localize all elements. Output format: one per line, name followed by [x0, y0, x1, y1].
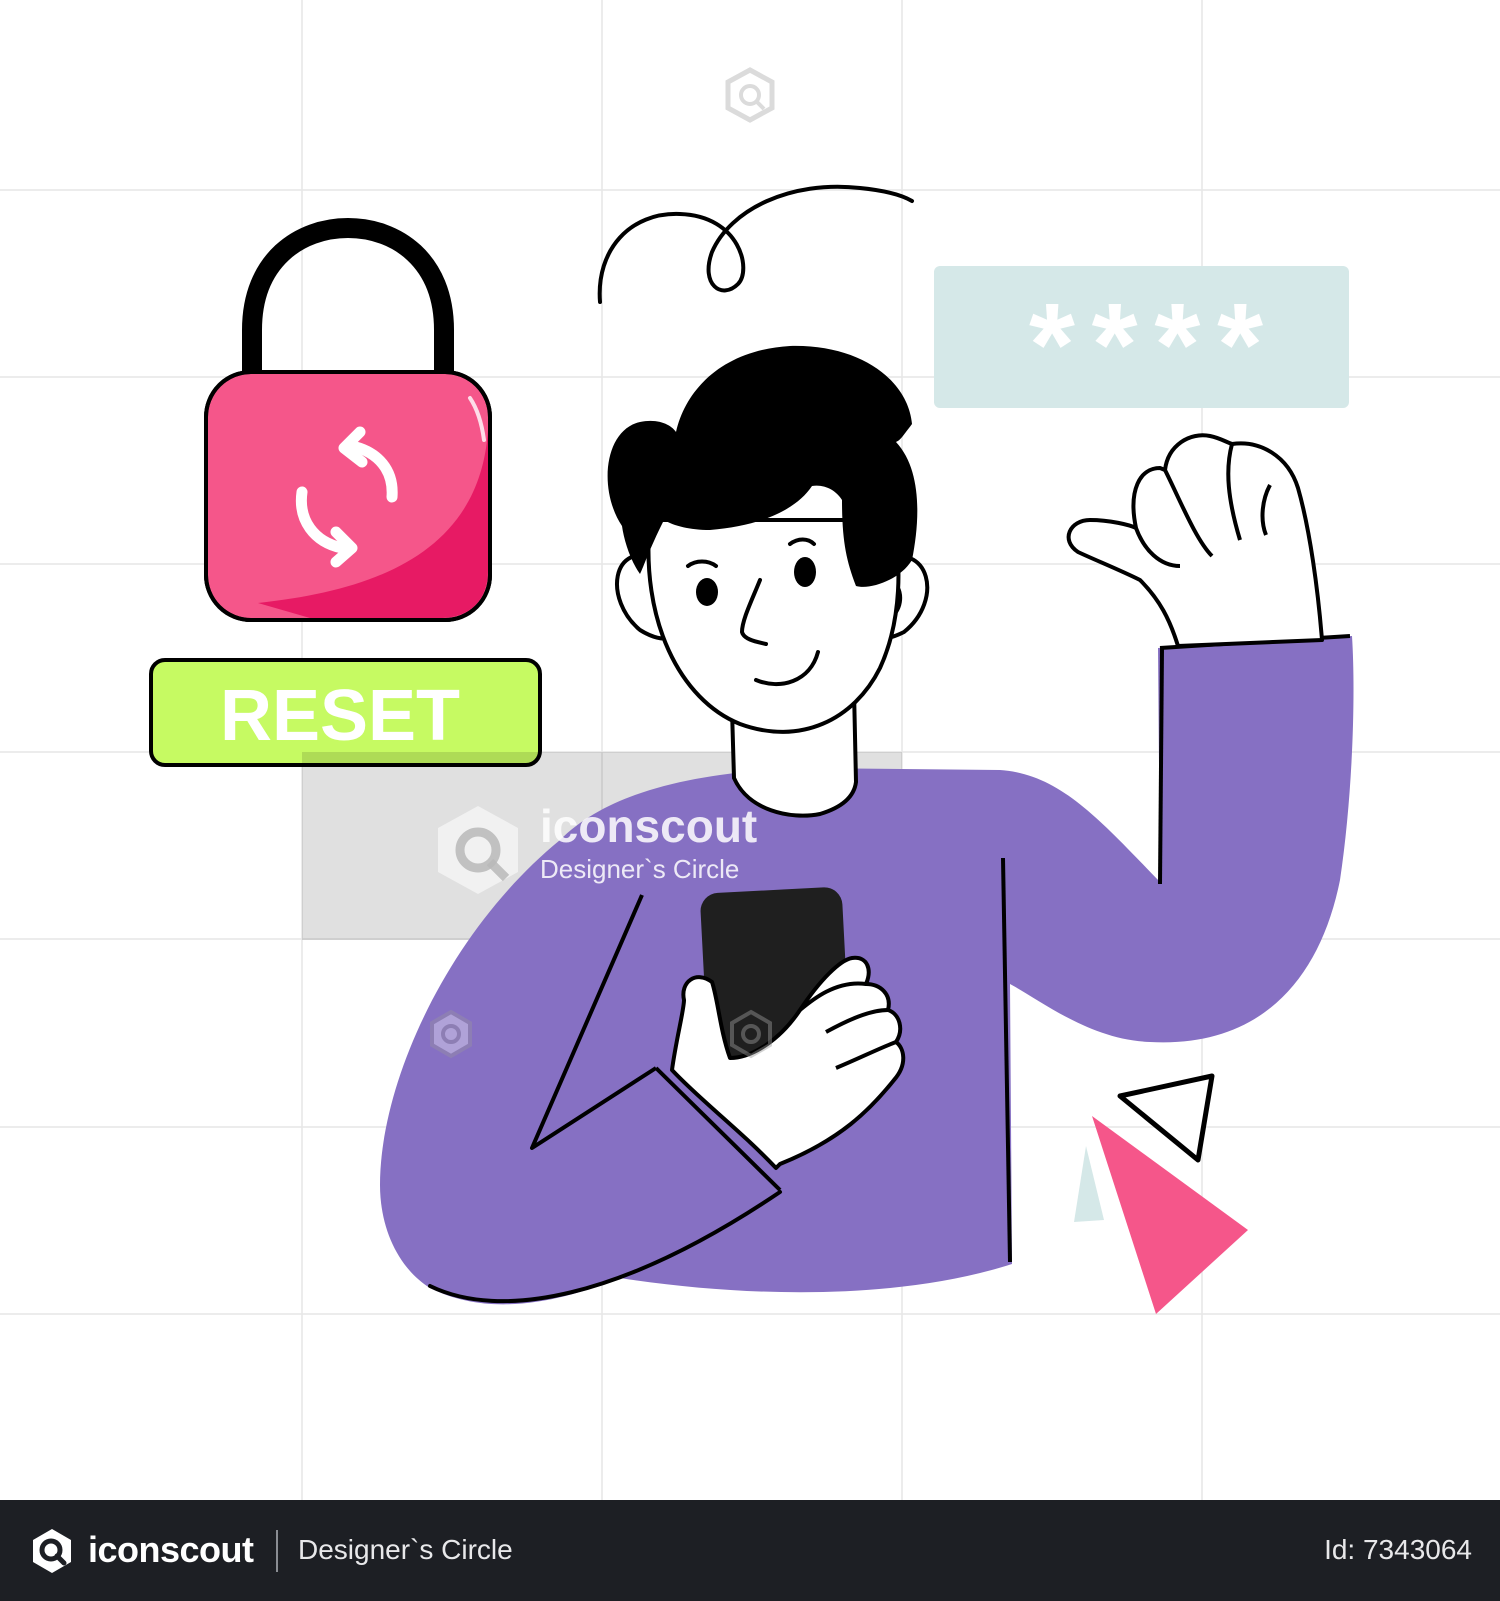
- password-reset-illustration: RESET * * * * iconscout Designer`s Circl…: [0, 0, 1500, 1500]
- right-eye: [794, 557, 816, 587]
- iconscout-logo-icon: [33, 1529, 71, 1573]
- password-field[interactable]: * * * *: [934, 266, 1349, 411]
- padlock-icon: [204, 217, 492, 622]
- footer-bar: iconscout Designer`s Circle Id: 7343064: [0, 1500, 1500, 1601]
- decorative-triangles: [1074, 1073, 1248, 1314]
- watermark-brand: iconscout: [540, 800, 757, 852]
- footer-asset-id: Id: 7343064: [1324, 1534, 1472, 1565]
- footer-author[interactable]: Designer`s Circle: [298, 1522, 513, 1578]
- watermark-center: iconscout Designer`s Circle: [438, 800, 757, 894]
- squiggle-line: [597, 184, 914, 304]
- watermark-logo-left: [430, 1009, 472, 1059]
- reset-label: RESET: [220, 676, 460, 756]
- left-eye: [696, 578, 718, 606]
- footer-brand[interactable]: iconscout: [88, 1522, 254, 1578]
- stage: RESET * * * * iconscout Designer`s Circl…: [0, 0, 1500, 1601]
- watermark-author: Designer`s Circle: [540, 854, 739, 884]
- reset-button[interactable]: RESET: [149, 658, 542, 767]
- footer-divider: [276, 1530, 278, 1572]
- watermark-logo-top: [725, 67, 775, 123]
- raised-fist: [1066, 433, 1324, 648]
- password-mask: * * * *: [1029, 279, 1263, 411]
